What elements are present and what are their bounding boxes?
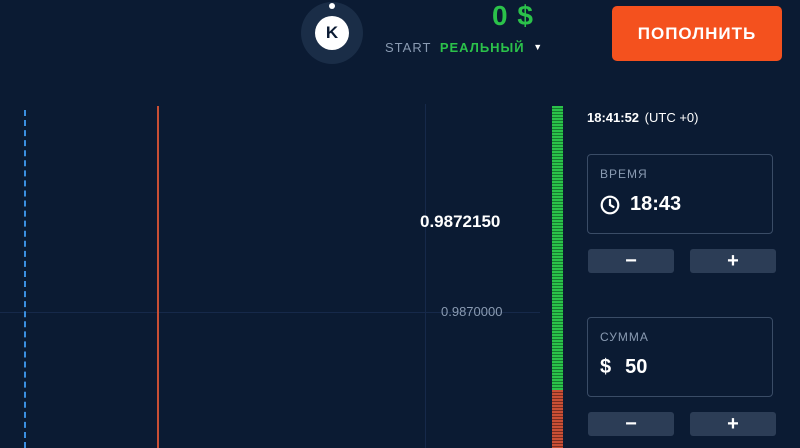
server-clock: 18:41:52 (UTC +0) xyxy=(587,110,698,125)
sentiment-up-segment xyxy=(552,106,563,390)
price-axis-label: 0.9870000 xyxy=(441,304,503,319)
time-value: 18:43 xyxy=(630,193,682,215)
time-value-row: 18:43 xyxy=(600,193,681,216)
dollar-icon: $ xyxy=(600,356,612,378)
trading-screen: K 0 $ START РЕАЛЬНЫЙ ▼ ПОПОЛНИТЬ 0.98721… xyxy=(0,0,800,448)
amount-decrease-button[interactable]: − xyxy=(588,412,674,436)
trade-panel: 18:41:52 (UTC +0) ВРЕМЯ 18:43 − + СУММА … xyxy=(575,72,800,448)
balance-amount: 0 $ xyxy=(492,0,534,31)
caret-down-icon: ▼ xyxy=(533,42,544,52)
account-switcher[interactable]: START РЕАЛЬНЫЙ ▼ xyxy=(385,40,543,55)
time-increase-button[interactable]: + xyxy=(690,249,776,273)
grid-line-vertical xyxy=(425,104,426,448)
status-dot xyxy=(329,3,335,9)
price-chart[interactable]: 0.9872150 0.9870000 xyxy=(0,72,575,448)
amount-value: 50 xyxy=(625,356,648,378)
current-price-label: 0.9872150 xyxy=(420,212,501,231)
trade-amount-field[interactable]: СУММА $ 50 xyxy=(587,317,773,397)
timezone-label: (UTC +0) xyxy=(644,110,699,125)
expiration-line xyxy=(24,110,26,448)
deposit-button[interactable]: ПОПОЛНИТЬ xyxy=(612,6,782,61)
time-stepper: − + xyxy=(587,249,776,273)
top-bar: K 0 $ START РЕАЛЬНЫЙ ▼ ПОПОЛНИТЬ xyxy=(0,0,800,72)
amount-increase-button[interactable]: + xyxy=(690,412,776,436)
server-time: 18:41:52 xyxy=(587,110,640,125)
expiry-time-field[interactable]: ВРЕМЯ 18:43 xyxy=(587,154,773,234)
clock-icon xyxy=(600,195,620,214)
profile-avatar[interactable]: K xyxy=(301,2,363,64)
time-label: ВРЕМЯ xyxy=(600,167,648,181)
time-decrease-button[interactable]: − xyxy=(588,249,674,273)
account-mode: РЕАЛЬНЫЙ xyxy=(439,40,525,55)
purchase-deadline-line xyxy=(157,106,159,448)
amount-stepper: − + xyxy=(587,412,776,436)
amount-label: СУММА xyxy=(600,330,649,344)
sentiment-down-segment xyxy=(552,390,563,448)
account-level: START xyxy=(385,40,432,55)
avatar-letter: K xyxy=(315,16,349,50)
amount-value-row: $ 50 xyxy=(600,356,647,379)
sentiment-bar xyxy=(552,106,563,448)
